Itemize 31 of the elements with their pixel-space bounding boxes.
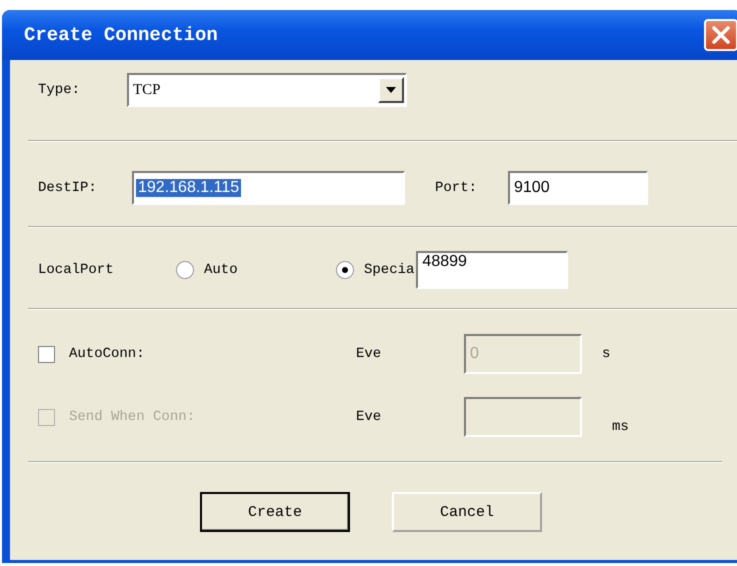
radio-button[interactable] — [176, 261, 194, 279]
unit-label: ms — [612, 419, 629, 435]
radio-label[interactable]: Auto — [204, 262, 334, 278]
radio-label[interactable]: Specia — [364, 262, 414, 278]
local-port-label: LocalPort — [38, 262, 115, 278]
local-port-field[interactable]: 48899 — [416, 251, 568, 289]
interval-value: 0 — [469, 345, 479, 363]
type-value: TCP — [132, 82, 161, 98]
checkbox-label: Send When Conn: — [69, 409, 196, 425]
close-icon — [710, 24, 732, 46]
interval-label: Eve — [356, 409, 382, 425]
cancel-button[interactable]: Cancel — [392, 492, 542, 532]
port-value: 9100 — [513, 179, 550, 197]
type-label: Type: — [38, 82, 82, 98]
dropdown-button[interactable] — [378, 77, 404, 103]
radio-button[interactable] — [336, 261, 354, 279]
type-dropdown[interactable]: TCP — [127, 73, 407, 107]
checkbox-label: AutoConn: — [69, 346, 146, 362]
caret-icon — [385, 86, 397, 94]
dest-ip-value: 192.168.1.115 — [136, 179, 242, 197]
interval-label: Eve — [356, 346, 382, 362]
window-title: Create Connection — [24, 24, 218, 46]
checkbox[interactable] — [38, 346, 55, 362]
dest-ip-field[interactable]: 192.168.1.115 — [132, 171, 405, 205]
close-button[interactable] — [704, 19, 737, 51]
port-label: Port: — [435, 180, 478, 196]
dest-ip-label: DestIP: — [38, 180, 98, 196]
port-field[interactable]: 9100 — [508, 171, 648, 205]
local-port-value: 48899 — [421, 253, 467, 271]
create-button[interactable]: Create — [200, 492, 350, 532]
unit-label: s — [602, 346, 610, 362]
